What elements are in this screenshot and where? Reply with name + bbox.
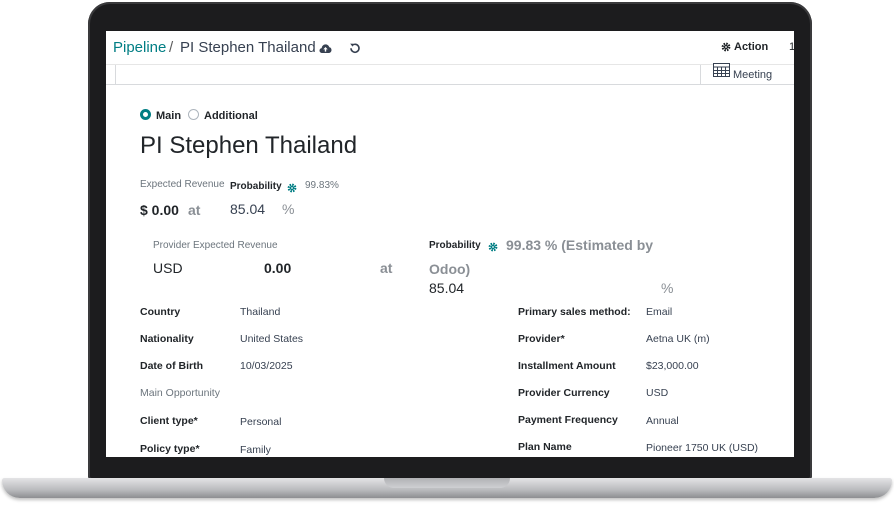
cloud-upload-icon[interactable] [317,40,333,56]
plan-name-label: Plan Name [518,441,572,453]
nationality-field[interactable]: United States [240,333,303,345]
radio-additional[interactable] [188,109,199,120]
expected-revenue-value[interactable]: $ 0.00 [140,202,179,218]
gear-icon[interactable] [287,180,297,198]
country-label: Country [140,306,181,318]
gear-icon [721,42,731,52]
probability-value[interactable]: 85.04 [230,201,265,217]
control-panel: Pipeline / PI Stephen Thailand Action 1 [106,31,794,65]
provider-field[interactable]: Aetna UK (m) [646,333,710,345]
primary-sales-method-field[interactable]: Email [646,306,672,318]
provider-probability-label: Probability [429,240,481,251]
provider-probability-value[interactable]: 85.04 [429,280,464,296]
country-field[interactable]: Thailand [240,306,280,318]
installment-amount-label: Installment Amount [518,360,616,372]
meeting-button[interactable]: Meeting [700,63,778,85]
percent-sign: % [282,201,295,217]
main-opportunity-label: Main Opportunity [140,387,220,399]
policy-type-label: Policy type* [140,443,200,455]
client-type-field[interactable]: Personal [240,416,281,428]
provider-at-text: at [380,260,393,276]
provider-percent-sign: % [661,280,674,296]
provider-currency[interactable]: USD [153,260,183,276]
installment-amount-field[interactable]: $23,000.00 [646,360,699,372]
primary-sales-method-label: Primary sales method: [518,306,631,318]
meeting-label: Meeting [733,69,773,81]
strip-divider [115,65,116,85]
provider-probability-estimate: 99.83 % (Estimated by [506,237,654,253]
policy-type-field[interactable]: Family [240,444,271,456]
client-type-label: Client type* [140,415,198,427]
screen: Pipeline / PI Stephen Thailand Action 1 [106,31,794,457]
undo-icon[interactable] [347,40,363,56]
probability-label: Probability [230,181,282,192]
plan-name-field[interactable]: Pioneer 1750 UK (USD) [646,442,758,454]
laptop-notch [384,478,510,488]
smart-button-strip: Meeting [106,63,794,85]
expected-revenue-label: Expected Revenue [140,179,225,190]
provider-currency-field[interactable]: USD [646,387,668,399]
date-of-birth-label: Date of Birth [140,360,203,372]
breadcrumb-pipeline-link[interactable]: Pipeline [113,39,166,56]
nationality-label: Nationality [140,333,194,345]
radio-additional-label: Additional [204,110,258,122]
provider-label: Provider* [518,333,565,345]
action-label: Action [734,41,769,53]
payment-frequency-field[interactable]: Annual [646,415,679,427]
gear-icon[interactable] [488,239,498,257]
provider-expected-revenue-label: Provider Expected Revenue [153,240,278,251]
provider-estimate-suffix: Odoo) [429,261,471,277]
date-of-birth-field[interactable]: 10/03/2025 [240,360,293,372]
radio-main[interactable] [140,109,151,120]
action-button[interactable]: Action [721,41,768,53]
at-text: at [188,202,201,218]
calendar-icon [713,63,730,77]
payment-frequency-label: Payment Frequency [518,414,618,426]
provider-currency-label: Provider Currency [518,387,610,399]
provider-amount[interactable]: 0.00 [264,260,291,276]
probability-estimate: 99.83% [305,180,339,191]
breadcrumb-separator: / [169,39,174,56]
breadcrumb-current: PI Stephen Thailand [180,39,316,56]
record-title[interactable]: PI Stephen Thailand [140,132,357,160]
radio-main-label: Main [156,110,182,122]
pager: 1 [789,41,794,53]
